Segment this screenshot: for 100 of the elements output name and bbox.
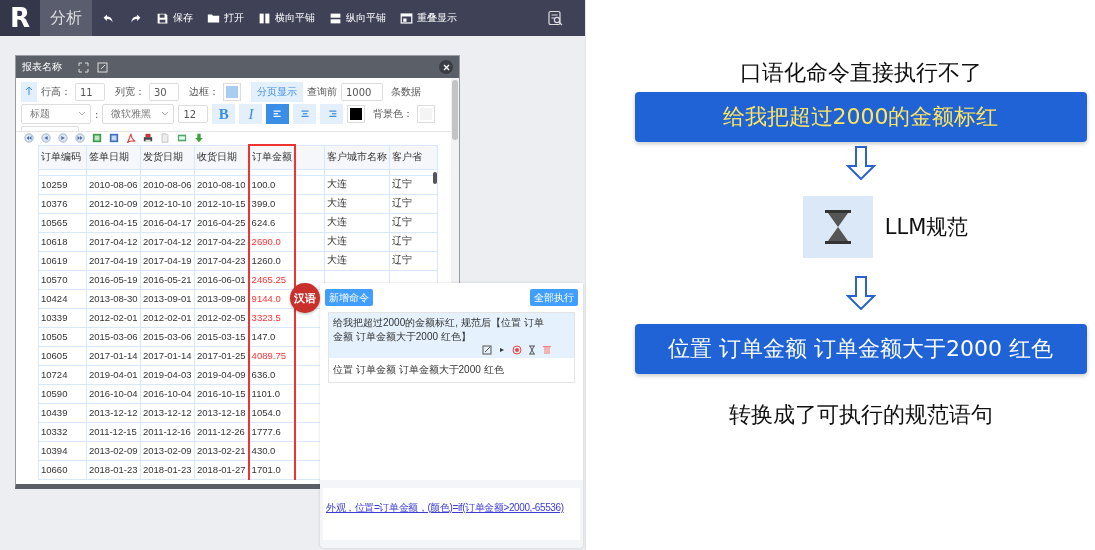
table-cell: 624.6 (248, 213, 295, 232)
table-cell: 大连 (324, 251, 390, 270)
restore-icon[interactable] (97, 61, 108, 73)
table-cell: 1054.0 (248, 403, 295, 422)
column-header[interactable]: 客户城市名称 (324, 145, 390, 169)
document-search-icon[interactable] (547, 10, 563, 26)
table-cell: 10505 (38, 327, 87, 346)
column-header[interactable]: 签单日期 (86, 145, 141, 169)
script-link[interactable]: 外观，位置=订单金额，(颜色)=if(订单金额>2000,-65536) (326, 502, 564, 513)
record-icon[interactable] (512, 345, 522, 355)
table-cell: 2017-04-12 (86, 232, 141, 251)
table-cell: 10565 (38, 213, 87, 232)
table-cell: 10332 (38, 422, 87, 441)
column-header[interactable] (294, 145, 325, 169)
close-button[interactable] (439, 60, 453, 74)
table-cell: 1101.0 (248, 384, 295, 403)
rows-icon (329, 11, 342, 25)
border-label: 边框： (189, 85, 219, 99)
font-size-field[interactable]: 12 (178, 105, 209, 123)
table-cell: 1777.6 (248, 422, 295, 441)
column-width-label: 列宽： (115, 85, 145, 99)
chevron-down-icon (78, 111, 86, 117)
table-cell: 10439 (38, 403, 87, 422)
table-cell: 大连 (324, 213, 390, 232)
pdf-icon[interactable] (126, 133, 136, 143)
toolbar-button[interactable]: 打开 (207, 11, 244, 25)
table-cell: 2010-08-06 (140, 175, 195, 194)
expand-icon[interactable] (78, 61, 89, 73)
table-cell: 10660 (38, 460, 87, 479)
previous-page-icon[interactable] (41, 133, 51, 143)
table-scrollbar[interactable] (433, 172, 437, 184)
table-cell: 辽宁 (389, 251, 438, 270)
colon-label: : (95, 108, 99, 120)
background-color-picker[interactable] (417, 105, 436, 123)
table-cell: 4089.75 (248, 346, 295, 365)
toolbar-button[interactable]: 横向平铺 (258, 11, 315, 25)
table-cell: 2013-08-30 (86, 289, 141, 308)
table-cell: 2018-01-23 (140, 460, 195, 479)
toolbar-button[interactable]: 纵向平铺 (329, 11, 386, 25)
last-page-icon[interactable] (75, 133, 85, 143)
next-page-icon[interactable] (58, 133, 68, 143)
column-width-field[interactable]: 30 (149, 83, 179, 101)
table-cell: 2011-12-16 (140, 422, 195, 441)
first-page-icon[interactable] (24, 133, 34, 143)
table-cell: 2016-04-17 (140, 213, 195, 232)
scrollbar-thumb[interactable] (452, 80, 458, 140)
table-cell: 2013-02-09 (86, 441, 141, 460)
rows-label: 条数据 (391, 85, 421, 99)
table-cell: 10619 (38, 251, 87, 270)
table-cell: 10590 (38, 384, 87, 403)
border-color-picker[interactable] (223, 83, 241, 101)
toolbar-button[interactable]: 重叠显示 (400, 11, 457, 25)
column-header[interactable]: 订单金额 (248, 145, 295, 169)
table-cell: 大连 (324, 232, 390, 251)
table-cell: 大连 (324, 175, 390, 194)
align-left-button[interactable] (266, 104, 290, 124)
table-cell: 2012-02-01 (140, 308, 195, 327)
up-arrow-icon (25, 86, 33, 96)
font-dropdown[interactable]: 微软雅黑 (102, 104, 175, 124)
download-icon[interactable] (194, 133, 204, 143)
table-cell: 2016-05-21 (140, 270, 195, 289)
table-cell: 430.0 (248, 441, 295, 460)
caption-text: 转换成了可执行的规范语句 (728, 401, 993, 429)
table-cell: 1260.0 (248, 251, 295, 270)
field-dropdown[interactable]: 标题 (21, 104, 91, 124)
row-height-field[interactable]: 11 (75, 83, 105, 101)
query-count-field[interactable]: 1000 (341, 83, 383, 101)
font-color-picker[interactable] (347, 105, 366, 123)
chevron-down-icon (161, 111, 170, 117)
column-header[interactable]: 收货日期 (194, 145, 249, 169)
command-text: 给我把超过2000的金额标红, 规范后【位置 订单金额 订单金额大于2000 红色】 (333, 317, 544, 342)
table-cell: 辽宁 (389, 213, 438, 232)
table-cell: 2012-10-10 (140, 194, 195, 213)
table-cell: 2016-10-04 (140, 384, 195, 403)
printer-icon[interactable] (143, 133, 153, 143)
table-cell: 10424 (38, 289, 87, 308)
column-header[interactable]: 客户省 (389, 145, 438, 169)
delete-icon[interactable] (542, 345, 552, 355)
table-cell: 2019-04-03 (140, 365, 195, 384)
toolbar-button[interactable]: 保存 (156, 11, 193, 25)
app-logo: R (0, 0, 40, 36)
table-cell: 2016-05-19 (86, 270, 141, 289)
edit-icon[interactable] (482, 345, 492, 355)
analysis-tab[interactable]: 分析 (40, 0, 92, 36)
save-icon (156, 11, 169, 25)
align-center-button[interactable] (293, 104, 317, 124)
heading-text: 口语化命令直接执行不了 (739, 59, 982, 87)
window-title: 报表名称 (22, 60, 62, 74)
table-cell: 3323.5 (248, 308, 295, 327)
spreadsheet-icon[interactable] (92, 133, 102, 143)
image-icon[interactable] (177, 133, 187, 143)
table-cell: 10376 (38, 194, 87, 213)
column-header[interactable]: 发货日期 (140, 145, 195, 169)
document-icon[interactable] (109, 133, 119, 143)
column-header[interactable]: 订单编码 (38, 145, 87, 169)
command-card[interactable]: 给我把超过2000的金额标红, 规范后【位置 订单金额 订单金额大于2000 红色】 位置 订单金额 订单金额大于2000 红色 (328, 312, 575, 383)
table-cell: 636.0 (248, 365, 295, 384)
table-cell: 2017-01-14 (86, 346, 141, 365)
table-cell: 1701.0 (248, 460, 295, 479)
hourglass-icon[interactable] (527, 345, 537, 355)
